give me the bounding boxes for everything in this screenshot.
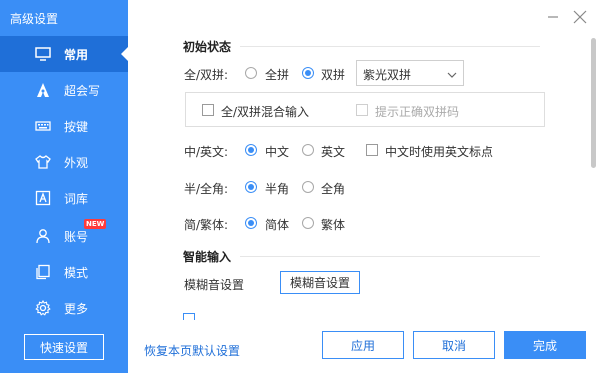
- radio-full-pinyin[interactable]: [245, 67, 257, 79]
- apply-button[interactable]: 应用: [322, 331, 404, 359]
- hint-double-code-checkbox[interactable]: [356, 104, 368, 116]
- double-pinyin-scheme-select[interactable]: 紫光双拼: [356, 60, 464, 86]
- gear-icon: [35, 300, 51, 316]
- radio-full-pinyin-label: 全拼: [265, 68, 290, 82]
- app-title: 高级设置: [10, 12, 59, 26]
- sidebar-item-mode[interactable]: 模式: [0, 254, 128, 290]
- scrollbar-thumb[interactable]: [591, 38, 596, 168]
- minimize-icon[interactable]: [545, 9, 561, 25]
- pinyin-label: 全/双拼:: [184, 68, 229, 82]
- sidebar-item-label: 外观: [64, 155, 89, 170]
- pen-nib-icon: [35, 82, 51, 98]
- sidebar-item-label: 词库: [64, 191, 89, 206]
- sidebar-item-label: 超会写: [64, 83, 101, 98]
- english-punct-checkbox[interactable]: [366, 144, 378, 156]
- user-icon: [35, 228, 51, 244]
- sidebar-item-super-write[interactable]: 超会写: [0, 72, 128, 108]
- sidebar-item-keys[interactable]: 按键: [0, 108, 128, 144]
- radio-full-width[interactable]: [302, 181, 314, 193]
- close-icon[interactable]: [572, 9, 588, 25]
- sidebar-item-dictionary[interactable]: 词库: [0, 180, 128, 216]
- new-badge: NEW: [84, 219, 107, 229]
- chevron-down-icon: [447, 69, 457, 79]
- mixed-input-checkbox[interactable]: [202, 104, 214, 116]
- section-divider: [240, 256, 540, 257]
- tshirt-icon: [35, 154, 51, 170]
- quick-settings-button[interactable]: 快速设置: [24, 334, 104, 360]
- radio-simplified-label: 简体: [265, 218, 290, 232]
- radio-double-pinyin-label: 双拼: [321, 68, 346, 82]
- copy-pages-icon: [35, 264, 51, 280]
- monitor-icon: [35, 46, 51, 62]
- sidebar-item-label: 常用: [64, 47, 89, 62]
- radio-traditional[interactable]: [302, 217, 314, 229]
- section-title-initial: 初始状态: [183, 40, 232, 54]
- restore-defaults-link[interactable]: 恢复本页默认设置: [144, 342, 240, 359]
- sidebar: 高级设置 常用 超会写 按键 外观 词库 账号 NEW 模式 更多 快速设置: [0, 0, 128, 373]
- cancel-button[interactable]: 取消: [413, 331, 495, 359]
- radio-half-width[interactable]: [245, 181, 257, 193]
- radio-english-label: 英文: [321, 145, 346, 159]
- scheme-value: 紫光双拼: [363, 68, 412, 82]
- radio-chinese[interactable]: [245, 144, 257, 156]
- english-punct-label: 中文时使用英文标点: [385, 145, 494, 159]
- sidebar-item-label: 账号: [64, 229, 89, 244]
- done-button[interactable]: 完成: [504, 331, 586, 359]
- letter-a-box-icon: [35, 190, 51, 206]
- sidebar-item-common[interactable]: 常用: [0, 36, 128, 72]
- mixed-input-label: 全/双拼混合输入: [221, 105, 310, 119]
- script-label: 简/繁体:: [184, 218, 229, 232]
- radio-traditional-label: 繁体: [321, 218, 346, 232]
- keyboard-icon: [35, 118, 51, 134]
- sidebar-item-appearance[interactable]: 外观: [0, 144, 128, 180]
- radio-full-width-label: 全角: [321, 182, 346, 196]
- fuzzy-label: 模糊音设置: [184, 278, 245, 292]
- width-label: 半/全角:: [184, 182, 229, 196]
- hint-double-code-label: 提示正确双拼码: [375, 105, 460, 119]
- radio-simplified[interactable]: [245, 217, 257, 229]
- radio-half-width-label: 半角: [265, 182, 290, 196]
- section-title-smart: 智能输入: [183, 250, 232, 264]
- sidebar-item-label: 按键: [64, 119, 89, 134]
- lang-label: 中/英文:: [184, 145, 229, 159]
- partial-checkbox[interactable]: [183, 313, 195, 320]
- radio-english[interactable]: [302, 144, 314, 156]
- radio-chinese-label: 中文: [265, 145, 290, 159]
- sidebar-item-label: 模式: [64, 265, 89, 280]
- sidebar-item-account[interactable]: 账号: [0, 218, 128, 254]
- sidebar-item-label: 更多: [64, 301, 89, 316]
- fuzzy-settings-button[interactable]: 模糊音设置: [280, 271, 360, 294]
- radio-double-pinyin[interactable]: [302, 67, 314, 79]
- section-divider: [240, 46, 540, 47]
- sidebar-item-more[interactable]: 更多: [0, 290, 128, 326]
